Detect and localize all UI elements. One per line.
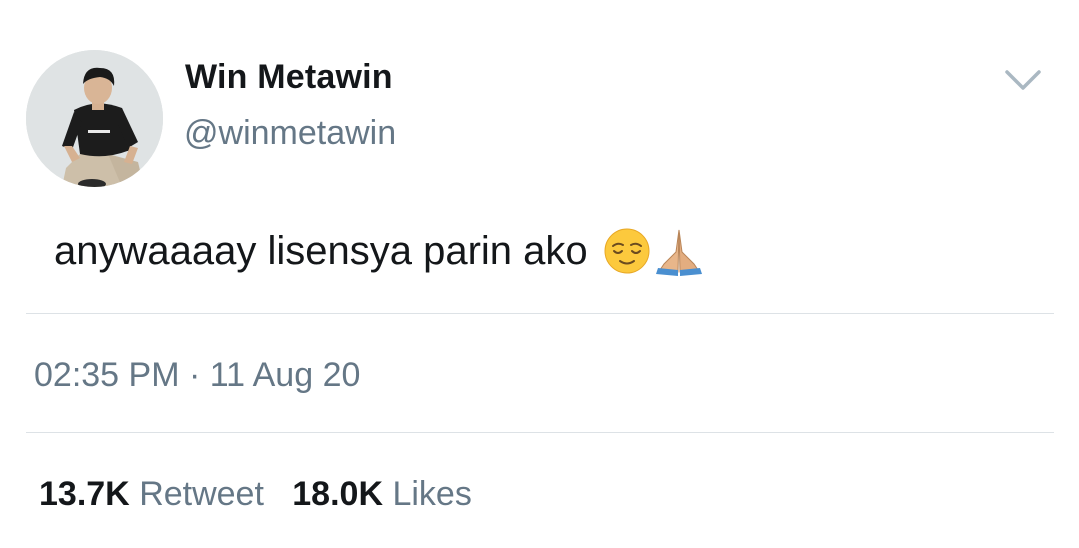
avatar[interactable] [26, 50, 163, 187]
author-handle[interactable]: @winmetawin [184, 114, 396, 153]
relieved-face-icon [602, 226, 652, 276]
tweet-time: 02:35 PM [34, 356, 180, 394]
profile-photo-icon [26, 50, 163, 187]
likes-count: 18.0K [292, 475, 383, 513]
timestamp-separator: · [188, 356, 201, 394]
divider-top [26, 313, 1054, 314]
tweet-date: 11 Aug 20 [209, 356, 361, 394]
tweet-timestamp[interactable]: 02:35 PM · 11 Aug 20 [34, 356, 360, 395]
tweet-text: anywaaaay lisensya parin ako [54, 226, 704, 276]
chevron-down-icon[interactable] [1003, 66, 1043, 96]
retweets-count: 13.7K [39, 475, 130, 513]
likes-stat[interactable]: 18.0K Likes [292, 475, 472, 513]
tweet-stats: 13.7K Retweet 18.0K Likes [39, 475, 472, 514]
folded-hands-icon [654, 226, 704, 276]
author-display-name[interactable]: Win Metawin [185, 58, 393, 97]
retweets-stat[interactable]: 13.7K Retweet [39, 475, 264, 513]
divider-bottom [26, 432, 1054, 433]
likes-label: Likes [392, 475, 472, 513]
tweet-body: anywaaaay lisensya parin ako [54, 228, 588, 273]
retweets-label: Retweet [139, 475, 264, 513]
